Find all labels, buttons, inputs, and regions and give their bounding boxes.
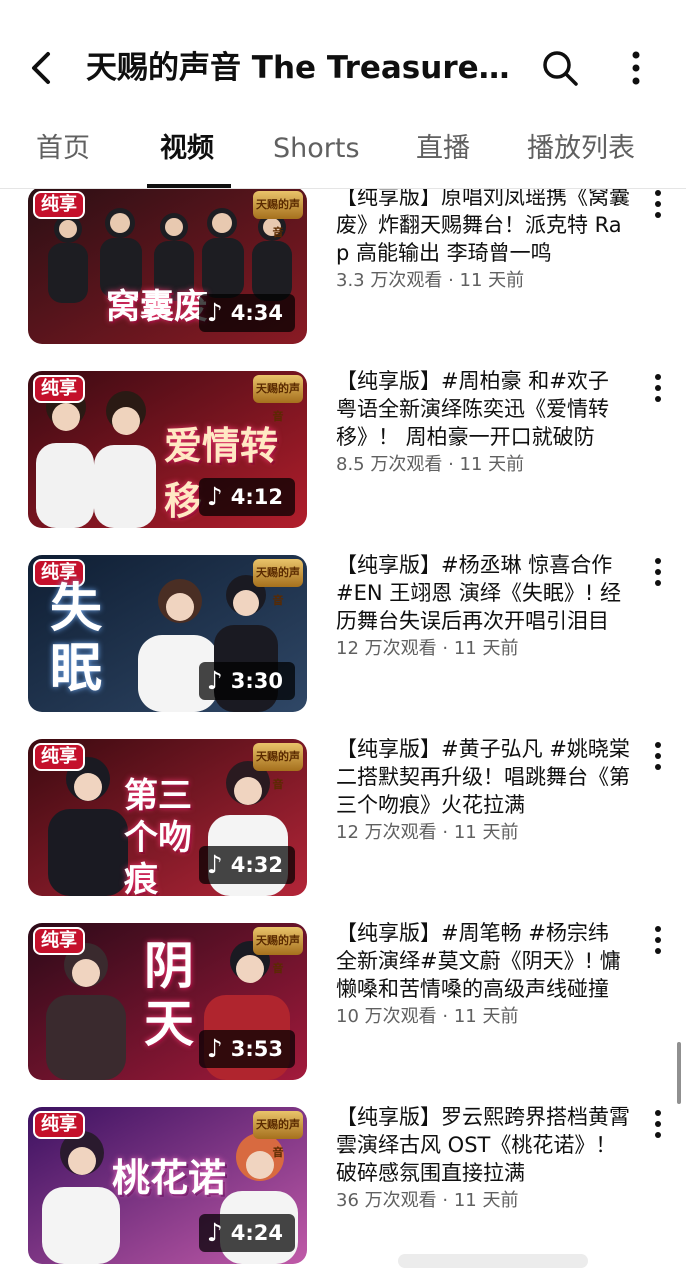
video-meta: 12 万次观看 · 11 天前 [336,822,519,843]
active-tab-indicator [147,184,231,188]
video-title[interactable]: 【纯享版】#黄子弘凡 #姚晓棠 二搭默契再升级！唱跳舞台《第三个吻痕》火花拉满 [336,735,632,819]
video-meta: 12 万次观看 · 11 天前 [336,638,519,659]
duration-badge: ♪ 3:30 [198,662,295,700]
video-thumbnail[interactable]: 纯享 天赐的声音 失眠 ♪ 3:30 [28,555,307,712]
duration-badge: ♪ 4:12 [198,478,295,516]
video-more-button[interactable] [646,1107,670,1141]
video-title[interactable]: 【纯享版】罗云熙跨界搭档黄霄雲演绎古风 OST《桃花诺》！破碎感氛围直接拉满 [336,1103,632,1187]
more-vertical-icon [655,742,661,770]
show-logo: 天赐的声音 [253,1111,303,1159]
show-logo: 天赐的声音 [253,191,303,239]
video-meta: 10 万次观看 · 11 天前 [336,1006,519,1027]
pure-version-badge: 纯享 [33,191,85,219]
tab-home[interactable]: 首页 [36,132,90,166]
scrollbar-thumb[interactable] [677,1042,681,1104]
video-thumbnail[interactable]: 纯享 天赐的声音 爱情转移 ♪ 4:12 [28,371,307,528]
back-button[interactable] [22,48,62,88]
video-item[interactable]: 纯享 天赐的声音 窝囊废 ♪ 4:34 【纯享版】原唱刘凤瑶携《窝囊废》炸翻天赐舞… [0,189,686,349]
video-more-button[interactable] [646,189,670,221]
duration-badge: ♪ 3:53 [198,1030,295,1068]
video-info[interactable]: 【纯享版】罗云熙跨界搭档黄霄雲演绎古风 OST《桃花诺》！破碎感氛围直接拉满 3… [336,1103,632,1214]
more-vertical-icon [655,558,661,586]
channel-tabs: 首页 视频 Shorts 直播 播放列表 [0,118,686,189]
music-note-icon: ♪ [206,666,223,695]
video-info[interactable]: 【纯享版】#周柏豪 和#欢子 粤语全新演绎陈奕迅《爱情转移》！ 周柏豪一开口就破… [336,367,632,478]
more-vertical-icon [655,1110,661,1138]
duration-badge: ♪ 4:34 [198,294,295,332]
music-note-icon: ♪ [206,1034,223,1063]
pure-version-badge: 纯享 [33,743,85,771]
video-more-button[interactable] [646,923,670,957]
video-info[interactable]: 【纯享版】#杨丞琳 惊喜合作 #EN 王翊恩 演绎《失眠》! 经历舞台失误后再次… [336,551,632,662]
home-indicator[interactable] [398,1254,588,1268]
more-vertical-icon [655,926,661,954]
video-meta: 8.5 万次观看 · 11 天前 [336,454,525,475]
video-title[interactable]: 【纯享版】#周笔畅 #杨宗纬 全新演绎#莫文蔚《阴天》! 慵懒嗓和苦情嗓的高级声… [336,919,632,1003]
search-icon [543,51,578,86]
duration-badge: ♪ 4:24 [198,1214,295,1252]
tab-live[interactable]: 直播 [416,132,470,166]
video-thumbnail[interactable]: 纯享 天赐的声音 窝囊废 ♪ 4:34 [28,189,307,344]
tab-videos[interactable]: 视频 [160,132,214,166]
video-title[interactable]: 【纯享版】#杨丞琳 惊喜合作 #EN 王翊恩 演绎《失眠》! 经历舞台失误后再次… [336,551,632,635]
video-thumbnail[interactable]: 纯享 天赐的声音 桃花诺 ♪ 4:24 [28,1107,307,1264]
music-note-icon: ♪ [206,482,223,511]
channel-title: 天赐的声音 The Treasured Voice [86,50,516,86]
show-logo: 天赐的声音 [253,559,303,607]
top-app-bar: 天赐的声音 The Treasured Voice [0,0,686,118]
duration-badge: ♪ 4:32 [198,846,295,884]
pure-version-badge: 纯享 [33,375,85,403]
tab-playlists[interactable]: 播放列表 [527,132,635,166]
music-note-icon: ♪ [206,298,223,327]
video-title[interactable]: 【纯享版】#周柏豪 和#欢子 粤语全新演绎陈奕迅《爱情转移》！ 周柏豪一开口就破… [336,367,632,451]
video-item[interactable]: 纯享 天赐的声音 失眠 ♪ 3:30 【纯享版】#杨丞琳 惊喜合作 #EN 王翊恩… [0,547,686,717]
video-info[interactable]: 【纯享版】原唱刘凤瑶携《窝囊废》炸翻天赐舞台！派克特 Rap 高能输出 李琦曾一… [336,189,632,294]
more-vertical-icon [632,51,640,85]
video-item[interactable]: 纯享 天赐的声音 第三个吻痕 ♪ 4:32 【纯享版】#黄子弘凡 #姚晓棠 二搭默… [0,731,686,901]
chevron-left-icon [32,52,50,84]
song-title-art: 窝囊废 [106,287,208,327]
video-item[interactable]: 纯享 天赐的声音 爱情转移 ♪ 4:12 【纯享版】#周柏豪 和#欢子 粤语全新演… [0,363,686,533]
video-info[interactable]: 【纯享版】#黄子弘凡 #姚晓棠 二搭默契再升级！唱跳舞台《第三个吻痕》火花拉满 … [336,735,632,846]
song-title-art: 阴天 [144,936,194,1053]
video-list[interactable]: 纯享 天赐的声音 窝囊废 ♪ 4:34 【纯享版】原唱刘凤瑶携《窝囊废》炸翻天赐舞… [0,189,686,1280]
more-options-button[interactable] [620,48,652,88]
search-button[interactable] [540,48,580,88]
video-more-button[interactable] [646,739,670,773]
show-logo: 天赐的声音 [253,743,303,791]
video-meta: 36 万次观看 · 11 天前 [336,1190,519,1211]
video-item[interactable]: 纯享 天赐的声音 桃花诺 ♪ 4:24 【纯享版】罗云熙跨界搭档黄霄雲演绎古风 O… [0,1099,686,1269]
more-vertical-icon [655,374,661,402]
song-title-art: 失眠 [50,578,103,699]
video-thumbnail[interactable]: 纯享 天赐的声音 阴天 ♪ 3:53 [28,923,307,1080]
show-logo: 天赐的声音 [253,927,303,975]
music-note-icon: ♪ [206,1218,223,1247]
video-title[interactable]: 【纯享版】原唱刘凤瑶携《窝囊废》炸翻天赐舞台！派克特 Rap 高能输出 李琦曾一… [336,189,632,267]
music-note-icon: ♪ [206,850,223,879]
tab-shorts[interactable]: Shorts [273,132,360,166]
video-more-button[interactable] [646,555,670,589]
pure-version-badge: 纯享 [33,1111,85,1139]
pure-version-badge: 纯享 [33,927,85,955]
video-thumbnail[interactable]: 纯享 天赐的声音 第三个吻痕 ♪ 4:32 [28,739,307,896]
song-title-art: 桃花诺 [112,1155,227,1200]
more-vertical-icon [655,190,661,218]
video-item[interactable]: 纯享 天赐的声音 阴天 ♪ 3:53 【纯享版】#周笔畅 #杨宗纬 全新演绎#莫文… [0,915,686,1085]
video-more-button[interactable] [646,371,670,405]
show-logo: 天赐的声音 [253,375,303,423]
video-info[interactable]: 【纯享版】#周笔畅 #杨宗纬 全新演绎#莫文蔚《阴天》! 慵懒嗓和苦情嗓的高级声… [336,919,632,1030]
video-meta: 3.3 万次观看 · 11 天前 [336,270,525,291]
